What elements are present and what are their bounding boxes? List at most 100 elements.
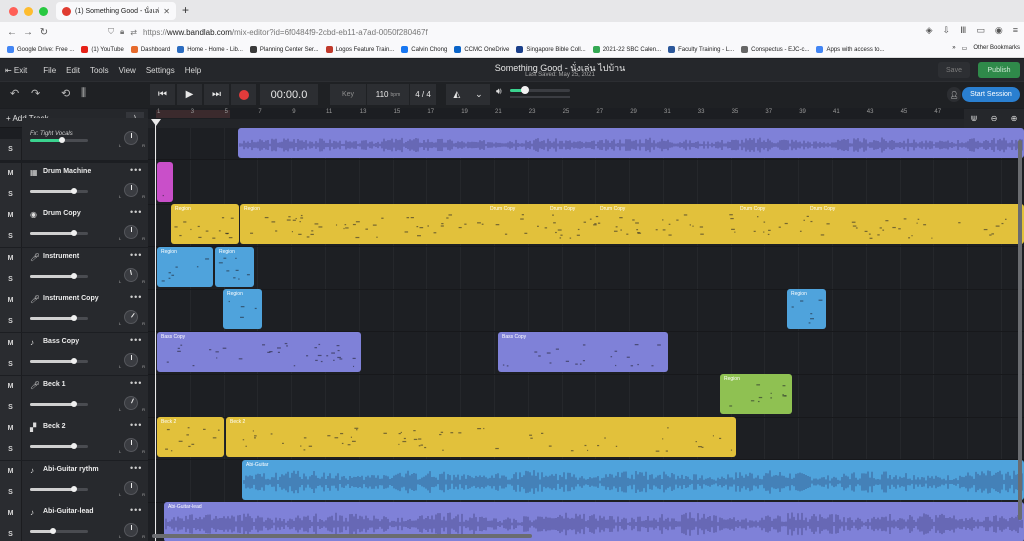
zoom-in-icon[interactable]: ⊕: [1011, 114, 1018, 123]
tempo-field[interactable]: 110 bpm: [367, 84, 409, 105]
bookmark-item[interactable]: Home - Home - Lib...: [177, 46, 243, 53]
horizontal-scrollbar[interactable]: [152, 534, 532, 538]
track-name[interactable]: Abi-Guitar rythm: [43, 466, 99, 473]
track-region[interactable]: Bass Copy: [498, 332, 668, 372]
other-bookmarks[interactable]: » ▭ Other Bookmarks: [952, 45, 1020, 52]
mute-button[interactable]: M: [0, 290, 22, 312]
solo-button[interactable]: S: [0, 481, 22, 503]
bookmark-item[interactable]: CCMC OneDrive: [454, 46, 509, 53]
track-name[interactable]: Instrument: [43, 253, 79, 260]
mute-button[interactable]: M: [0, 333, 22, 354]
arrangement-area[interactable]: Region Region Drum Copy Drum Copy Drum Copy D…: [148, 128, 1024, 541]
track-volume-knob[interactable]: [70, 443, 77, 450]
bookmark-item[interactable]: Planning Center Ser...: [249, 46, 319, 53]
bookmark-item[interactable]: Logos Feature Train...: [325, 46, 394, 53]
solo-button[interactable]: S: [0, 268, 22, 290]
track-volume-knob[interactable]: [70, 315, 77, 322]
track-region[interactable]: Bass Copy: [157, 332, 361, 372]
mute-button[interactable]: M: [0, 460, 22, 482]
bookmark-item[interactable]: Google Drive: Free ...: [7, 46, 74, 53]
track-name[interactable]: Beck 2: [43, 423, 66, 430]
track-header[interactable]: M S ▦ Drum Machine ••• L R: [0, 162, 148, 205]
play-button[interactable]: ▶: [177, 84, 202, 105]
track-header[interactable]: S Fx: Tight Vocals L R: [0, 118, 148, 160]
track-volume-knob[interactable]: [70, 358, 77, 364]
track-region[interactable]: Region: [787, 289, 826, 329]
menu-view[interactable]: View: [119, 66, 136, 75]
track-region[interactable]: [157, 162, 173, 202]
menu-edit[interactable]: Edit: [66, 66, 80, 75]
track-volume-slider[interactable]: [30, 315, 88, 322]
shield-icon[interactable]: ⛉: [108, 27, 114, 37]
track-region[interactable]: Region: [215, 247, 254, 287]
mute-button[interactable]: M: [0, 205, 22, 227]
split-view-icon[interactable]: ⫼: [81, 87, 86, 100]
mute-button[interactable]: M: [0, 375, 22, 397]
new-tab-icon[interactable]: +: [182, 3, 189, 17]
speaker-icon[interactable]: 🔊︎: [496, 86, 502, 97]
track-header[interactable]: M S ♪ Bass Copy ••• L R: [0, 333, 148, 375]
vertical-scrollbar[interactable]: [1018, 140, 1022, 520]
track-name[interactable]: Bass Copy: [43, 338, 79, 345]
track-options-icon[interactable]: •••: [130, 463, 142, 473]
track-region[interactable]: Region: [171, 204, 239, 244]
bookmark-item[interactable]: Calvin Chong: [401, 46, 447, 53]
track-header[interactable]: M S 🎤︎ Instrument Copy ••• L R: [0, 290, 148, 333]
master-volume-knob[interactable]: [521, 86, 529, 94]
track-name[interactable]: Instrument Copy: [43, 295, 99, 302]
rewind-button[interactable]: ⏮: [150, 84, 175, 105]
browser-tab[interactable]: (1) Something Good - นั่งเล่น ไปบ้าน ✕: [56, 2, 176, 20]
pocket-icon[interactable]: ◈: [926, 25, 933, 36]
reader-icon[interactable]: ▭: [976, 25, 985, 36]
redo-icon[interactable]: ↷: [31, 87, 40, 100]
menu-file[interactable]: File: [43, 66, 56, 75]
forward-button[interactable]: ⏭: [204, 84, 229, 105]
track-options-icon[interactable]: •••: [130, 207, 142, 217]
download-icon[interactable]: ⇩: [943, 25, 951, 36]
bookmark-item[interactable]: Conspectus - EJC-c...: [741, 46, 809, 53]
bookmark-item[interactable]: (1) YouTube: [81, 46, 124, 53]
solo-button[interactable]: S: [0, 396, 22, 418]
time-signature-field[interactable]: 4 / 4: [410, 84, 436, 105]
start-session-button[interactable]: Start Session: [962, 87, 1020, 102]
zoom-out-icon[interactable]: ⊖: [991, 114, 998, 123]
undo-icon[interactable]: ↶: [10, 87, 19, 100]
save-button[interactable]: Save: [938, 62, 970, 78]
track-region[interactable]: Region: [720, 374, 792, 414]
lock-icon[interactable]: 🔒︎: [120, 27, 124, 37]
track-options-icon[interactable]: •••: [130, 250, 142, 260]
track-volume-slider[interactable]: [30, 230, 88, 237]
track-region[interactable]: Beck 2: [226, 417, 736, 457]
bookmark-item[interactable]: Faculty Training - L...: [668, 46, 734, 53]
track-volume-slider[interactable]: [30, 137, 88, 143]
track-volume-knob[interactable]: [70, 485, 77, 492]
track-volume-knob[interactable]: [50, 528, 57, 535]
mute-button[interactable]: M: [0, 418, 22, 440]
solo-button[interactable]: S: [0, 139, 22, 160]
minimize-window-icon[interactable]: [24, 6, 33, 16]
track-options-icon[interactable]: •••: [130, 292, 142, 302]
publish-button[interactable]: Publish: [978, 62, 1020, 78]
track-volume-knob[interactable]: [70, 400, 77, 407]
solo-button[interactable]: S: [0, 439, 22, 461]
library-icon[interactable]: Ⅲ: [960, 25, 966, 36]
track-volume-slider[interactable]: [30, 272, 88, 279]
close-tab-icon[interactable]: ✕: [163, 7, 170, 16]
track-header[interactable]: M S ♪ Abi-Guitar rythm ••• L R: [0, 460, 148, 503]
track-name[interactable]: Drum Copy: [43, 210, 81, 217]
track-volume-slider[interactable]: [30, 358, 88, 364]
track-options-icon[interactable]: •••: [130, 165, 142, 175]
track-lane[interactable]: [148, 248, 1024, 290]
track-volume-knob[interactable]: [70, 187, 77, 194]
track-name[interactable]: Beck 1: [43, 381, 66, 388]
bookmark-item[interactable]: Apps with access to...: [816, 46, 885, 53]
track-header[interactable]: M S 🎤︎ Instrument ••• L R: [0, 247, 148, 290]
track-options-icon[interactable]: •••: [130, 378, 142, 388]
track-region[interactable]: Region: [223, 289, 262, 329]
track-lane[interactable]: [148, 163, 1024, 205]
track-lane[interactable]: [148, 376, 1024, 418]
loop-icon[interactable]: ⟲: [61, 87, 70, 100]
maximize-window-icon[interactable]: [39, 6, 48, 16]
menu-help[interactable]: Help: [185, 66, 201, 75]
track-volume-slider[interactable]: [30, 400, 88, 407]
